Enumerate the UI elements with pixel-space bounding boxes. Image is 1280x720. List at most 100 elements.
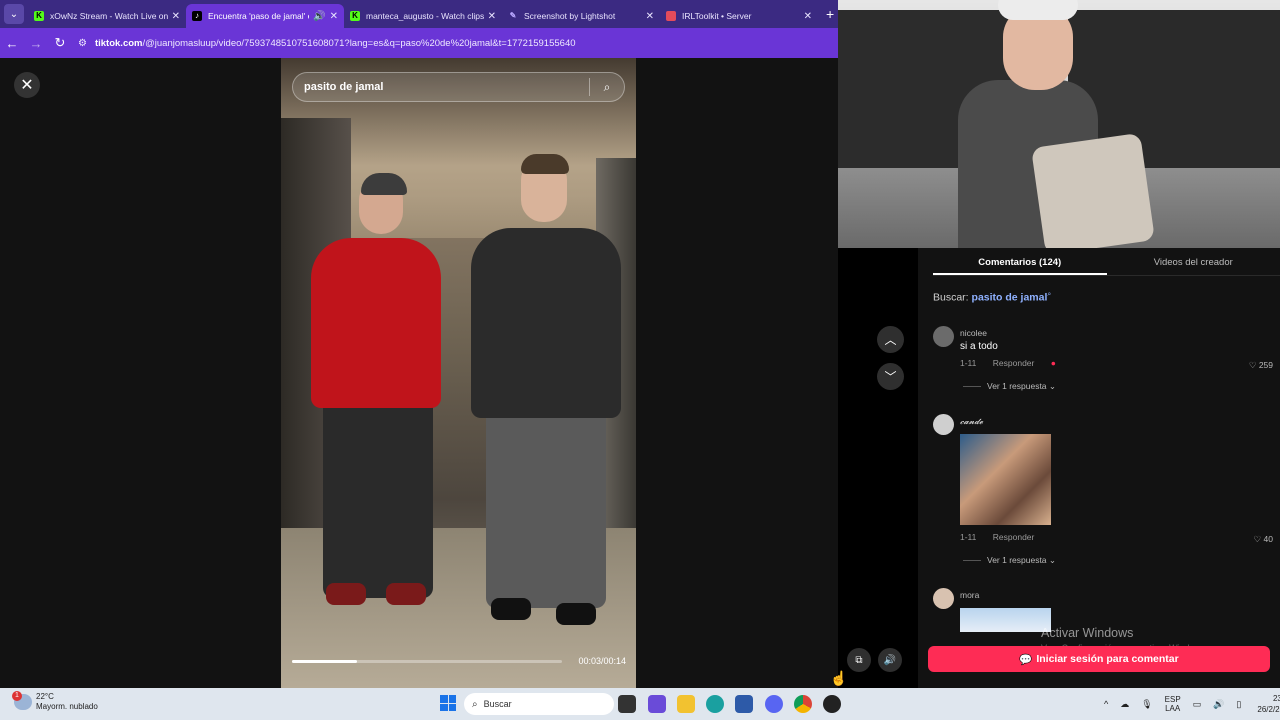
tab-title: manteca_augusto - Watch clips — [366, 11, 484, 21]
browser-tab-active[interactable]: ♪ Encuentra 'paso de jamal' e 🔊 ✕ — [186, 4, 344, 28]
dancer-right — [521, 154, 569, 174]
related-search-link[interactable]: pasito de jamal — [972, 292, 1048, 304]
volume-icon[interactable]: 🔊 — [1213, 699, 1224, 710]
dancer-left — [323, 398, 433, 598]
microphone-icon[interactable]: 🎙 — [1141, 699, 1152, 710]
close-video-button[interactable]: ✕ — [14, 72, 40, 98]
search-icon[interactable]: ⌕ — [590, 80, 624, 95]
streamer — [998, 0, 1078, 20]
view-replies-button[interactable]: Ver 1 respuesta ⌄ — [963, 381, 1056, 392]
dancer-left — [311, 238, 441, 408]
language-indicator[interactable]: ESP LAA — [1165, 695, 1181, 713]
app-icon[interactable] — [823, 695, 841, 713]
related-search: Buscar: pasito de jamal⌕ — [933, 291, 1051, 304]
like-button[interactable]: ♡ 40 — [1254, 534, 1273, 545]
previous-video-button[interactable]: ︿ — [877, 326, 904, 353]
reply-button[interactable]: Responder — [993, 358, 1035, 368]
url-site: tiktok.com — [94, 37, 143, 49]
volume-button[interactable]: 🔊 — [878, 648, 902, 672]
avatar[interactable] — [933, 326, 954, 347]
shoe — [386, 583, 426, 605]
search-icon: ⌕ — [472, 698, 478, 710]
url-field[interactable]: ⚙ tiktok.com/@juanjomasluup/video/759374… — [78, 38, 576, 49]
dancer-right — [486, 408, 606, 608]
speaker-icon[interactable]: 🔊 — [313, 11, 325, 22]
forward-arrow-icon[interactable]: → — [24, 36, 48, 51]
comment-username[interactable]: nicolee — [960, 328, 987, 338]
store-icon[interactable] — [735, 695, 753, 713]
tab-search-menu-button[interactable]: ⌄ — [4, 4, 24, 24]
browser-tab[interactable]: ✎ Screenshot by Lightshot ✕ — [502, 4, 660, 28]
close-icon[interactable]: ✕ — [172, 11, 180, 22]
close-icon[interactable]: ✕ — [646, 11, 654, 22]
view-replies-button[interactable]: Ver 1 respuesta ⌄ — [963, 555, 1056, 566]
task-view-icon[interactable] — [618, 695, 636, 713]
like-count: 40 — [1263, 534, 1273, 544]
comment-image[interactable] — [960, 434, 1051, 525]
webcam-overlay — [838, 0, 1280, 248]
browser-tab[interactable]: IRLToolkit • Server ✕ — [660, 4, 818, 28]
login-to-comment-button[interactable]: 💬 Iniciar sesión para comentar — [928, 646, 1270, 672]
chrome-icon[interactable] — [794, 695, 812, 713]
next-video-button[interactable]: ﹀ — [877, 363, 904, 390]
tab-title: xOwNz Stream - Watch Live on — [50, 11, 168, 21]
pip-icon: ⧉ — [855, 654, 863, 666]
battery-icon[interactable]: ▯ — [1236, 699, 1241, 710]
like-count: 259 — [1258, 360, 1273, 370]
comment-username[interactable]: mora — [960, 590, 979, 600]
windows-activation-title: Activar Windows — [1041, 626, 1134, 640]
chevron-down-icon: ﹀ — [884, 370, 897, 384]
shoe — [491, 598, 531, 620]
avatar[interactable] — [933, 414, 954, 435]
comment-username[interactable]: 𝓬𝓪𝓷𝓭𝓮 — [960, 416, 983, 427]
network-icon[interactable]: ▭ — [1193, 699, 1202, 710]
clock-time: 23:27 — [1272, 694, 1280, 703]
new-tab-button[interactable]: + — [826, 6, 834, 22]
comment-item: 𝓬𝓪𝓷𝓭𝓮 1-11 Responder ♡ 40 Ver 1 respuest… — [933, 414, 1273, 574]
comment-date: 1-11 — [960, 358, 977, 368]
windows-start-icon[interactable] — [440, 695, 456, 711]
comment-image[interactable] — [960, 608, 1051, 632]
back-arrow-icon[interactable]: ← — [0, 36, 24, 51]
dancer-right — [471, 228, 621, 418]
video-player[interactable]: ⌕ 00:03/00:14 — [281, 58, 636, 688]
heart-icon: ♡ — [1248, 360, 1259, 370]
keyboard-layout: LAA — [1165, 704, 1181, 713]
floating-player-button[interactable]: ⧉ — [847, 648, 871, 672]
search-input[interactable] — [293, 81, 589, 93]
browser-tab[interactable]: K manteca_augusto - Watch clips ✕ — [344, 4, 502, 28]
tab-creator-videos[interactable]: Videos del creador — [1107, 248, 1280, 275]
comments-panel: Comentarios (124) Videos del creador Bus… — [918, 248, 1280, 688]
browser-tab[interactable]: K xOwNz Stream - Watch Live on ✕ — [28, 4, 186, 28]
clock[interactable]: 23:27 26/2/2026 — [1257, 693, 1280, 715]
cloud-sync-icon[interactable]: ☁ — [1120, 699, 1129, 710]
tab-title: Screenshot by Lightshot — [524, 11, 616, 21]
file-explorer-icon[interactable] — [677, 695, 695, 713]
search-icon: ⌕ — [1047, 291, 1052, 298]
chevron-down-icon: ⌄ — [1048, 381, 1057, 391]
chevron-up-icon[interactable]: ^ — [1104, 699, 1108, 709]
weather-desc: Mayorm. nublado — [36, 702, 98, 711]
notification-badge: 1 — [12, 691, 22, 701]
discord-icon[interactable] — [765, 695, 783, 713]
video-progress-bar[interactable] — [292, 660, 562, 663]
clock-date: 26/2/2026 — [1257, 705, 1280, 714]
weather-text: 22°C Mayorm. nublado — [36, 692, 98, 712]
close-icon[interactable]: ✕ — [330, 11, 338, 22]
tab-comments[interactable]: Comentarios (124) — [933, 248, 1107, 275]
shoe — [326, 583, 366, 605]
reply-button[interactable]: Responder — [993, 532, 1035, 542]
kick-icon: K — [34, 11, 44, 21]
close-icon[interactable]: ✕ — [804, 11, 812, 22]
avatar[interactable] — [933, 588, 954, 609]
site-info-icon[interactable]: ⚙ — [78, 38, 87, 49]
close-icon[interactable]: ✕ — [488, 11, 496, 22]
reload-icon[interactable]: ↻ — [48, 35, 72, 51]
edge-icon[interactable] — [706, 695, 724, 713]
taskbar-search[interactable]: ⌕ Buscar — [464, 693, 614, 715]
like-button[interactable]: ♡ 259 — [1249, 360, 1273, 371]
chat-icon: 💬 — [1019, 653, 1033, 666]
weather-widget[interactable]: 1 22°C Mayorm. nublado — [12, 691, 98, 712]
teams-icon[interactable] — [648, 695, 666, 713]
dancer-left — [361, 173, 407, 195]
